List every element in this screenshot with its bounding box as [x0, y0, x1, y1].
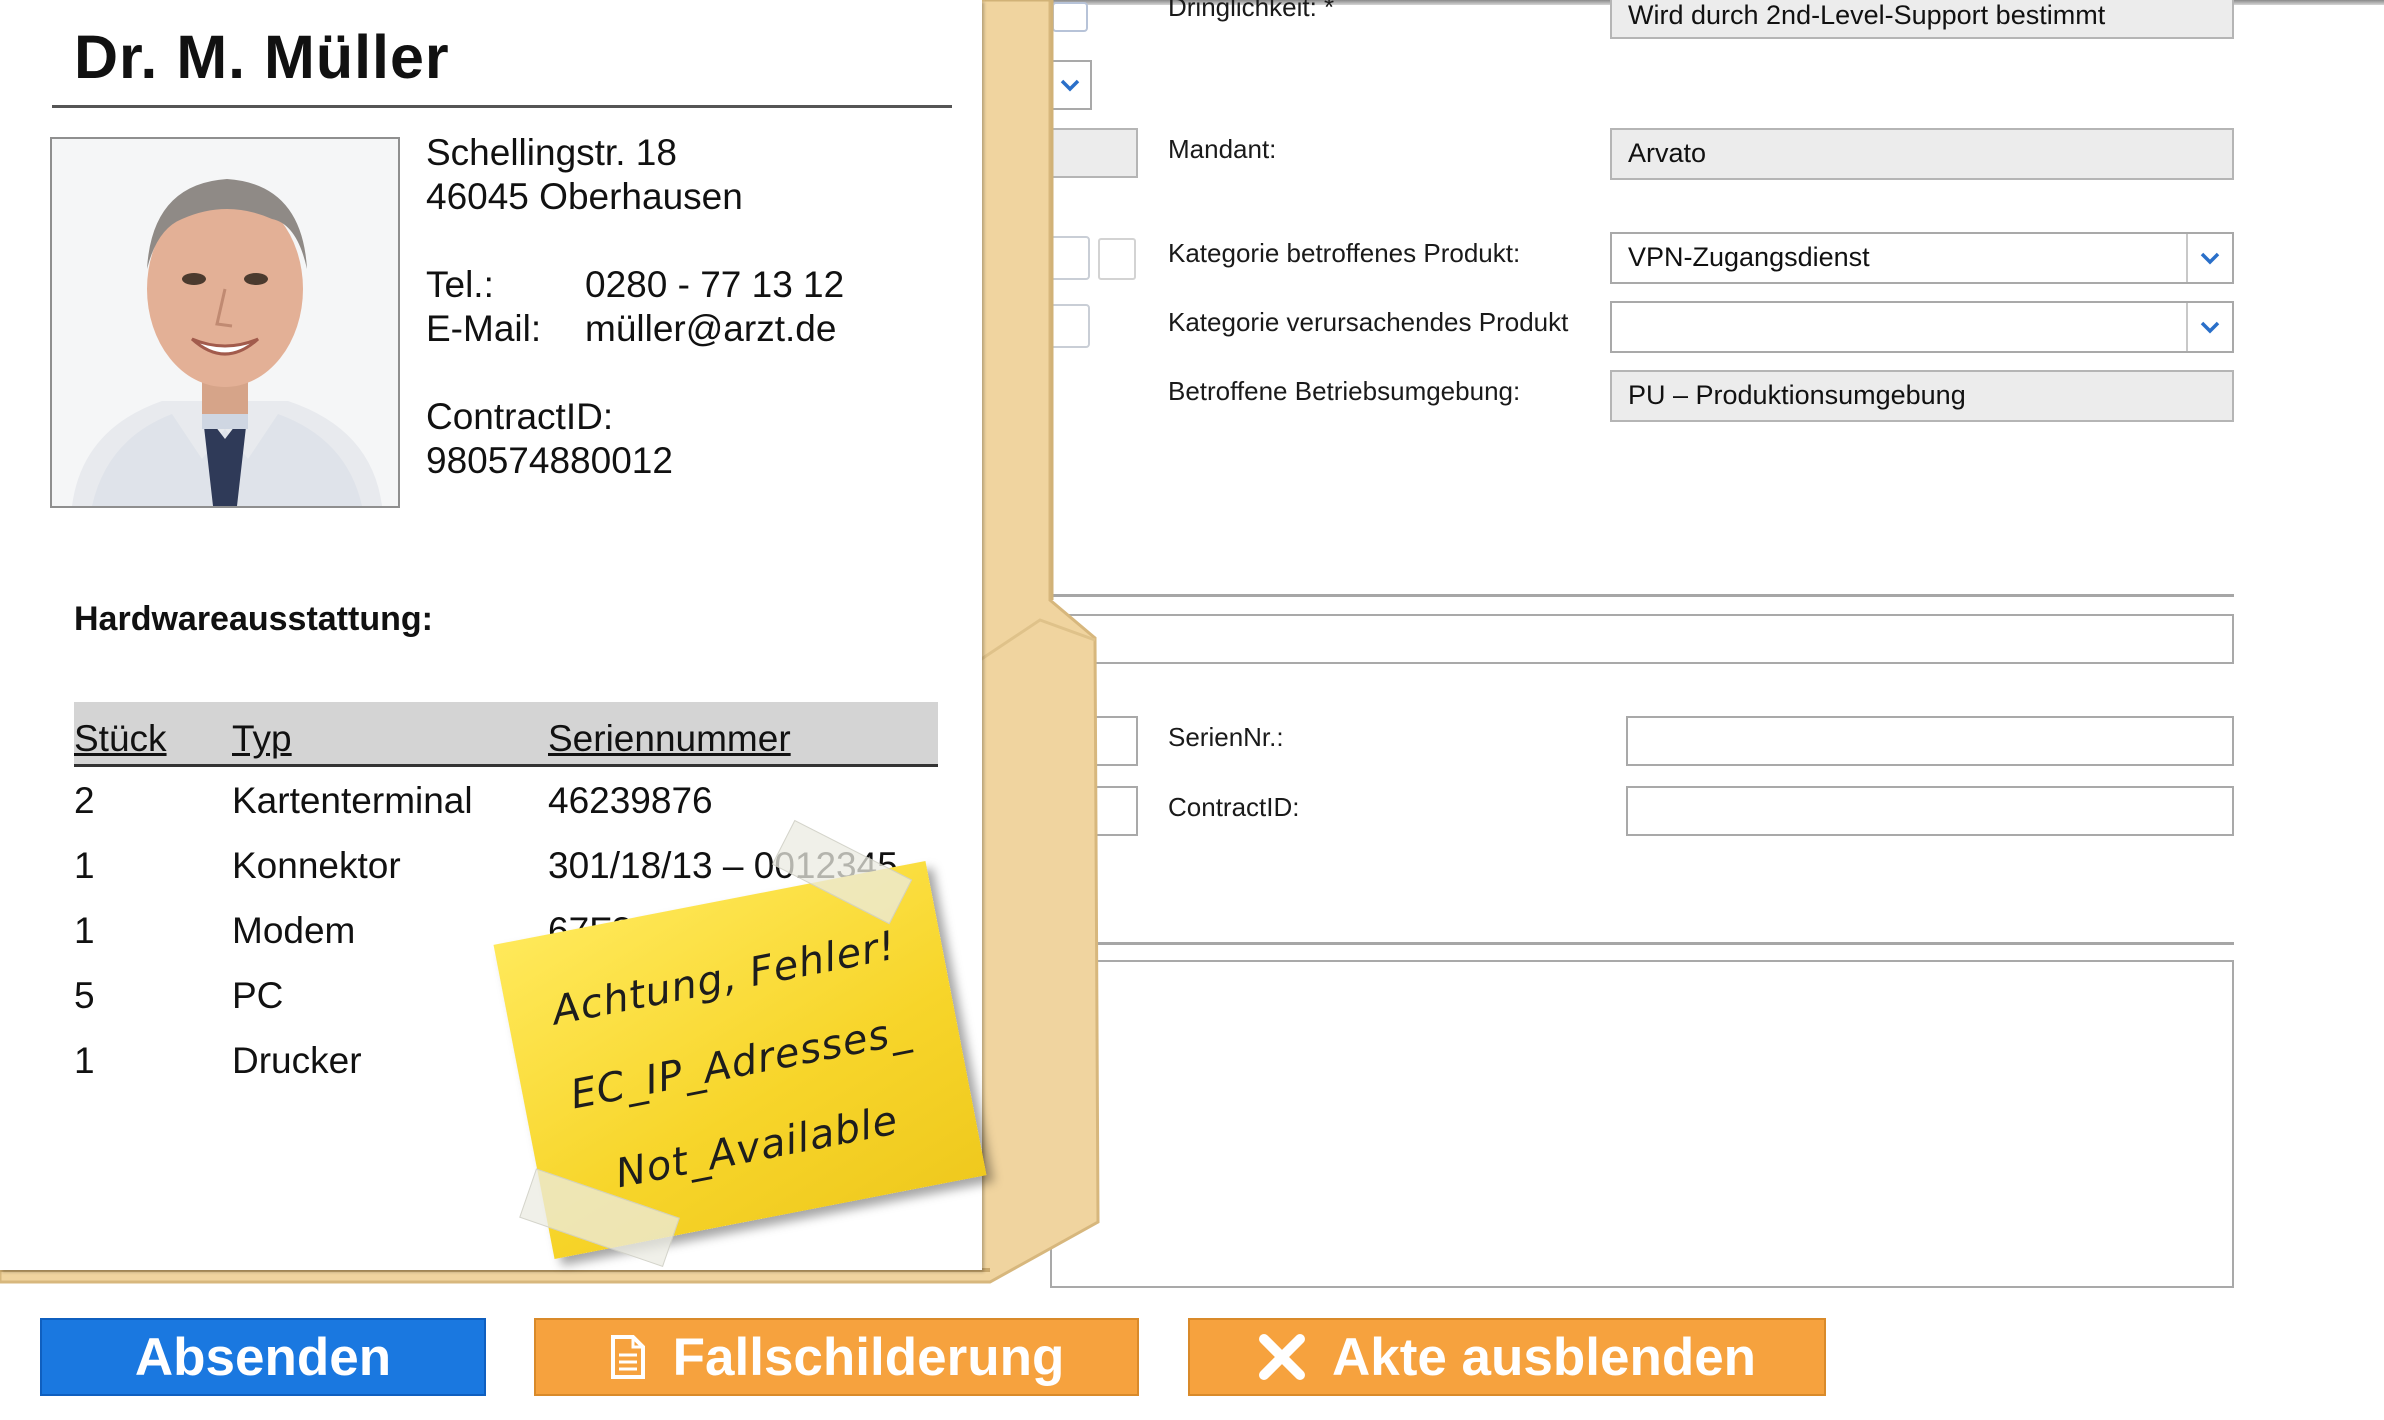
section-divider [1050, 942, 2234, 945]
contract-value: 980574880012 [426, 440, 673, 481]
cell-type: Drucker [232, 1040, 362, 1081]
title-divider [52, 105, 952, 108]
case-description-button[interactable]: Fallschilderung [534, 1318, 1139, 1396]
record-name: Dr. M. Müller [74, 23, 450, 91]
edit-disabled-icon [1098, 238, 1136, 280]
section-divider [1050, 594, 2234, 597]
address-city: 46045 Oberhausen [426, 176, 743, 217]
close-icon [1258, 1333, 1306, 1381]
tel-label: Tel.: [426, 264, 494, 305]
case-label: Fallschilderung [672, 1327, 1065, 1387]
tel-value: 0280 - 77 13 12 [585, 264, 845, 305]
kategorie-betroffen-label: Kategorie betroffenes Produkt: [1168, 238, 1521, 268]
column-header-type: Typ [232, 718, 292, 759]
contractid-label: ContractID: [1168, 792, 1300, 822]
cell-type: PC [232, 975, 284, 1016]
column-header-serial: Seriennummer [548, 718, 791, 759]
cell-qty: 1 [74, 845, 95, 886]
dringlichkeit-field[interactable]: Wird durch 2nd-Level-Support bestimmt [1610, 0, 2234, 39]
dringlichkeit-label: Dringlichkeit: * [1168, 0, 1335, 22]
kategorie-betroffen-value: VPN-Zugangsdienst [1628, 242, 1870, 272]
chevron-down-icon[interactable] [2186, 303, 2232, 351]
cell-type: Konnektor [232, 845, 401, 886]
send-label: Absenden [134, 1327, 392, 1387]
chevron-down-icon[interactable] [2186, 234, 2232, 282]
seriennr-input[interactable] [1626, 716, 2234, 766]
cell-qty: 1 [74, 1040, 95, 1081]
betriebsumgebung-label: Betroffene Betriebsumgebung: [1168, 376, 1521, 406]
doctor-photo [50, 137, 400, 508]
note-text: Achtung, Fehler! EC_IP_Adresses_ Not_Ava… [500, 894, 981, 1231]
cell-type: Modem [232, 910, 356, 951]
email-value: müller@arzt.de [585, 308, 837, 349]
address-street: Schellingstr. 18 [426, 132, 677, 173]
kategorie-verursachend-label: Kategorie verursachendes Produkt [1168, 307, 1569, 337]
mandant-value: Arvato [1628, 138, 1707, 168]
document-icon [609, 1333, 647, 1381]
kategorie-betroffen-select[interactable]: VPN-Zugangsdienst [1610, 232, 2234, 284]
mandant-label: Mandant: [1168, 134, 1277, 164]
cell-type: Kartenterminal [232, 780, 473, 821]
cell-qty: 5 [74, 975, 95, 1016]
contract-label: ContractID: [426, 396, 614, 437]
betriebsumgebung-value: PU – Produktionsumgebung [1628, 380, 1966, 410]
hide-record-button[interactable]: Akte ausblenden [1188, 1318, 1826, 1396]
send-button[interactable]: Absenden [40, 1318, 486, 1396]
kategorie-verursachend-select[interactable] [1610, 301, 2234, 353]
cell-serial: 46239876 [548, 780, 713, 821]
betriebsumgebung-field[interactable]: PU – Produktionsumgebung [1610, 370, 2234, 422]
description-textarea[interactable] [1050, 960, 2234, 1288]
seriennr-label: SerienNr.: [1168, 722, 1284, 752]
hardware-title: Hardwareausstattung: [74, 600, 433, 638]
portrait-image [52, 139, 398, 506]
cell-qty: 1 [74, 910, 95, 951]
contractid-input[interactable] [1626, 786, 2234, 836]
hardware-table-header: Stück Typ Seriennummer [74, 702, 938, 767]
email-label: E-Mail: [426, 308, 542, 349]
dringlichkeit-value: Wird durch 2nd-Level-Support bestimmt [1628, 0, 2106, 30]
cell-qty: 2 [74, 780, 95, 821]
wide-text-field[interactable] [1050, 614, 2234, 664]
mandant-field[interactable]: Arvato [1610, 128, 2234, 180]
hide-label: Akte ausblenden [1331, 1327, 1757, 1387]
column-header-qty: Stück [74, 718, 167, 759]
